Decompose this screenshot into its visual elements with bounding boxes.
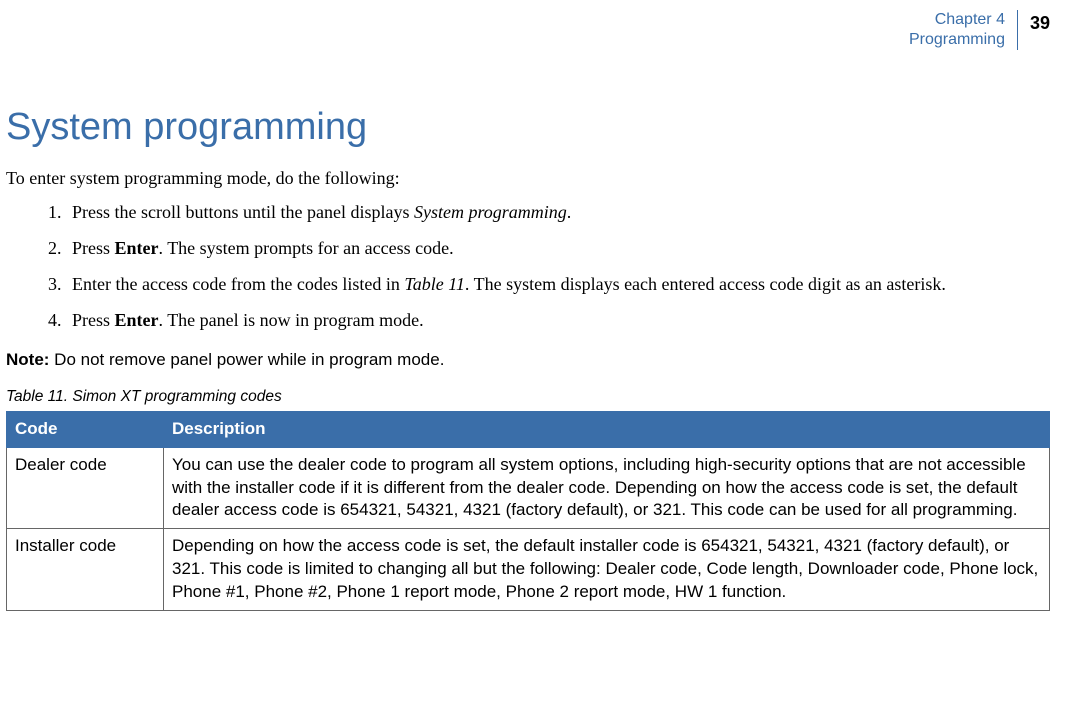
step-4-text-b: . The panel is now in program mode. <box>159 310 424 330</box>
table-header-description: Description <box>164 411 1050 447</box>
step-1-text-a: Press the scroll buttons until the panel… <box>72 202 414 222</box>
step-1-text-b: . <box>567 202 572 222</box>
codes-table: Code Description Dealer code You can use… <box>6 411 1050 612</box>
chapter-label: Chapter 4 <box>909 10 1005 30</box>
step-3-italic: Table 11 <box>404 274 465 294</box>
section-label: Programming <box>909 30 1005 50</box>
cell-code: Installer code <box>7 529 164 611</box>
page-title: System programming <box>6 100 1050 155</box>
page-number: 39 <box>1030 10 1050 36</box>
step-1: Press the scroll buttons until the panel… <box>66 199 1050 225</box>
document-page: Chapter 4 Programming 39 System programm… <box>0 0 1070 631</box>
step-2-text-a: Press <box>72 238 115 258</box>
note-block: Note: Do not remove panel power while in… <box>6 348 1050 373</box>
table-caption: Table 11. Simon XT programming codes <box>6 386 1050 408</box>
step-3-text-a: Enter the access code from the codes lis… <box>72 274 404 294</box>
table-row: Installer code Depending on how the acce… <box>7 529 1050 611</box>
table-row: Dealer code You can use the dealer code … <box>7 447 1050 529</box>
table-header-row: Code Description <box>7 411 1050 447</box>
step-4: Press Enter. The panel is now in program… <box>66 307 1050 333</box>
steps-list: Press the scroll buttons until the panel… <box>6 199 1050 333</box>
cell-description: Depending on how the access code is set,… <box>164 529 1050 611</box>
cell-description: You can use the dealer code to program a… <box>164 447 1050 529</box>
header-chapter-block: Chapter 4 Programming <box>909 10 1017 50</box>
header-separator <box>1017 10 1018 50</box>
step-2-bold: Enter <box>115 238 159 258</box>
step-3-text-b: . The system displays each entered acces… <box>465 274 946 294</box>
note-text: Do not remove panel power while in progr… <box>49 350 444 369</box>
step-2-text-b: . The system prompts for an access code. <box>159 238 454 258</box>
table-header-code: Code <box>7 411 164 447</box>
note-label: Note: <box>6 350 49 369</box>
step-2: Press Enter. The system prompts for an a… <box>66 235 1050 261</box>
step-1-italic: System programming <box>414 202 567 222</box>
step-4-bold: Enter <box>115 310 159 330</box>
step-3: Enter the access code from the codes lis… <box>66 271 1050 297</box>
intro-paragraph: To enter system programming mode, do the… <box>6 165 1050 191</box>
page-header: Chapter 4 Programming 39 <box>6 10 1050 50</box>
step-4-text-a: Press <box>72 310 115 330</box>
cell-code: Dealer code <box>7 447 164 529</box>
